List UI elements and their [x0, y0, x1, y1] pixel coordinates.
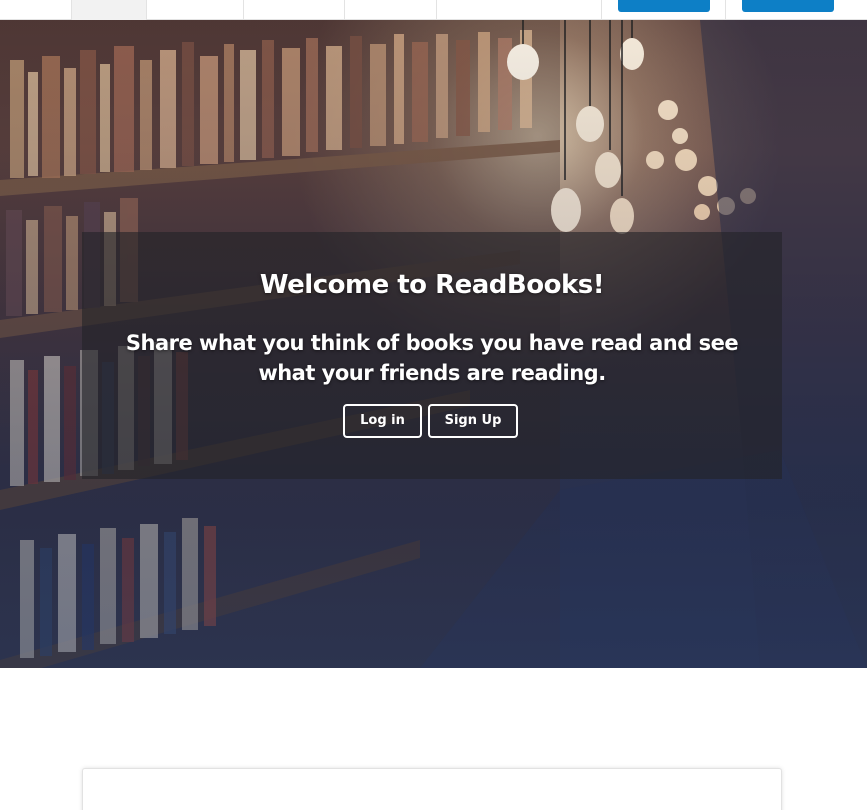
- welcome-subtitle: Share what you think of books you have r…: [125, 331, 739, 385]
- content-card: [82, 768, 782, 810]
- nav-login-button[interactable]: [618, 0, 710, 12]
- hero-signup-button[interactable]: Sign Up: [428, 404, 518, 438]
- welcome-title: Welcome to ReadBooks!: [259, 270, 605, 300]
- nav-tab-home[interactable]: [71, 0, 146, 20]
- welcome-panel: Welcome to ReadBooks! Share what you thi…: [82, 232, 782, 479]
- nav-tab-4[interactable]: [344, 0, 437, 20]
- top-navbar: [0, 0, 867, 20]
- nav-tab-3[interactable]: [243, 0, 345, 20]
- nav-tab-2[interactable]: [146, 0, 244, 20]
- nav-search-area[interactable]: [436, 0, 602, 20]
- hero-section: Welcome to ReadBooks! Share what you thi…: [0, 20, 867, 668]
- hero-login-button[interactable]: Log in: [343, 404, 422, 438]
- nav-signup-button[interactable]: [742, 0, 834, 12]
